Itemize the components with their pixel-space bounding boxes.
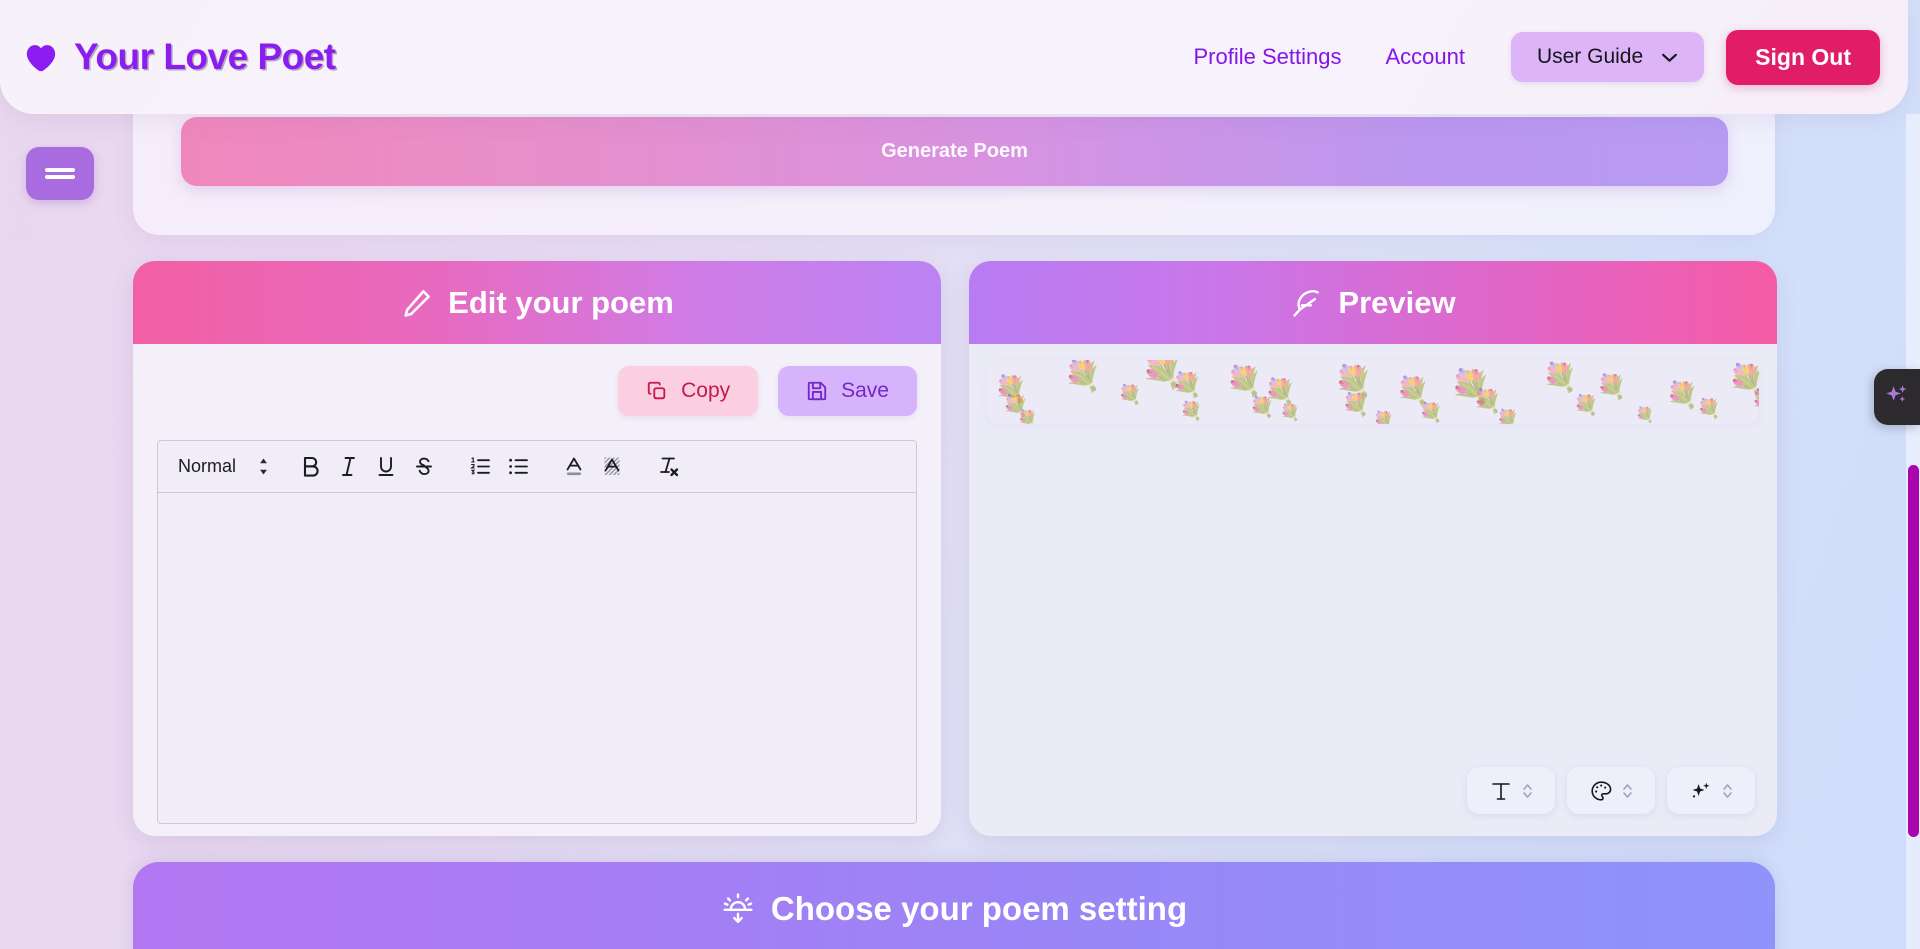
- pencil-icon: [400, 286, 434, 320]
- flower-decoration: 💐: [1596, 374, 1627, 401]
- sign-out-button[interactable]: Sign Out: [1726, 29, 1880, 85]
- brand: Your Love Poet: [24, 36, 336, 78]
- user-guide-label: User Guide: [1536, 45, 1644, 68]
- nav-link-profile-settings[interactable]: Profile Settings: [1171, 36, 1363, 78]
- flower-decoration: 💐: [1396, 376, 1430, 406]
- hamburger-bar: [45, 175, 75, 179]
- flower-decoration: 💐: [1264, 378, 1297, 406]
- app-header: Your Love Poet Profile Settings Account …: [0, 0, 1908, 114]
- sunset-icon: [721, 892, 755, 926]
- flower-decoration: 💐: [1373, 411, 1395, 424]
- flower-decoration: 💐: [1172, 372, 1203, 399]
- poem-text-input[interactable]: [158, 493, 916, 823]
- feather-icon: [1290, 286, 1324, 320]
- preview-panel: Preview 💐💐💐💐💐💐💐💐💐💐💐💐💐💐💐💐💐💐💐💐💐💐💐💐💐💐💐💐: [969, 261, 1777, 836]
- text-color-button[interactable]: [557, 450, 591, 484]
- rich-text-editor: Normal: [157, 440, 917, 824]
- ordered-list-button[interactable]: [463, 450, 497, 484]
- copy-icon: [646, 380, 668, 402]
- hamburger-bar: [45, 168, 75, 172]
- clear-formatting-button[interactable]: [651, 450, 685, 484]
- copy-button[interactable]: Copy: [618, 366, 759, 416]
- flower-decoration: 💐: [1280, 405, 1301, 422]
- flower-decoration: 💐: [1573, 395, 1599, 417]
- chevron-updown-icon: [1522, 782, 1533, 800]
- flower-decoration: 💐: [1635, 407, 1655, 424]
- underline-button[interactable]: [369, 450, 403, 484]
- preview-panel-header: Preview: [969, 261, 1777, 344]
- flower-decoration: 💐: [1751, 390, 1759, 412]
- edit-panel-title: Edit your poem: [448, 284, 674, 320]
- flower-decoration: 💐: [1666, 380, 1699, 410]
- setting-bar-title-row: Choose your poem setting: [721, 890, 1187, 928]
- editor-toolbar: Normal: [158, 441, 916, 493]
- sparkles-icon: [1690, 780, 1712, 802]
- chevron-updown-icon: [1622, 782, 1633, 800]
- block-format-select[interactable]: Normal: [178, 456, 269, 477]
- flower-decoration: 💐: [1419, 403, 1443, 424]
- edit-panel-header: Edit your poem: [133, 261, 941, 344]
- preview-panel-body: 💐💐💐💐💐💐💐💐💐💐💐💐💐💐💐💐💐💐💐💐💐💐💐💐💐💐💐💐: [969, 344, 1777, 836]
- heart-icon: [24, 41, 58, 73]
- italic-button[interactable]: [331, 450, 365, 484]
- bullet-list-button[interactable]: [501, 450, 535, 484]
- poem-setting-bar[interactable]: Choose your poem setting: [133, 862, 1775, 949]
- scrollbar-thumb[interactable]: [1908, 465, 1919, 837]
- flower-decoration: 💐: [1697, 399, 1721, 420]
- edit-poem-panel: Edit your poem Copy Save Normal: [133, 261, 941, 836]
- flower-decoration: 💐: [1017, 411, 1038, 425]
- flower-decoration: 💐: [1496, 409, 1519, 424]
- strikethrough-button[interactable]: [407, 450, 441, 484]
- chevron-down-icon: [1661, 52, 1678, 63]
- font-selector[interactable]: [1467, 767, 1555, 814]
- flower-decoration: 💐: [1118, 385, 1142, 406]
- user-guide-dropdown[interactable]: User Guide: [1510, 32, 1705, 82]
- poem-preview-surface: 💐💐💐💐💐💐💐💐💐💐💐💐💐💐💐💐💐💐💐💐💐💐💐💐💐💐💐💐: [987, 360, 1759, 424]
- header-nav: Profile Settings Account User Guide Sign…: [1171, 29, 1908, 85]
- copy-button-label: Copy: [681, 379, 731, 402]
- sparkles-icon: [1884, 382, 1910, 413]
- effects-selector[interactable]: [1667, 767, 1755, 814]
- setting-bar-title: Choose your poem setting: [770, 890, 1188, 927]
- nav-link-account[interactable]: Account: [1363, 36, 1487, 78]
- chevron-updown-icon: [1722, 782, 1733, 800]
- generate-poem-button[interactable]: Generate Poem: [181, 117, 1728, 186]
- save-button[interactable]: Save: [778, 366, 917, 416]
- preview-control-row: [1467, 767, 1755, 814]
- flower-decoration: 💐: [1064, 360, 1102, 393]
- flower-decoration: 💐: [1180, 401, 1203, 421]
- save-disk-icon: [806, 380, 828, 402]
- bold-button[interactable]: [293, 450, 327, 484]
- highlight-color-button[interactable]: [595, 450, 629, 484]
- page-title: Your Love Poet: [74, 36, 336, 77]
- editor-action-row: Copy Save: [157, 366, 917, 416]
- palette-icon: [1590, 780, 1612, 802]
- ai-assistant-tab[interactable]: [1874, 369, 1920, 425]
- typography-icon: [1490, 780, 1512, 802]
- edit-panel-body: Copy Save Normal: [133, 344, 941, 836]
- save-button-label: Save: [841, 379, 889, 402]
- block-format-value: Normal: [178, 456, 237, 476]
- flower-decoration: 💐: [1542, 362, 1578, 393]
- flower-decoration: 💐: [1342, 392, 1370, 417]
- flower-decoration: 💐: [1226, 366, 1263, 398]
- color-selector[interactable]: [1567, 767, 1655, 814]
- preview-panel-title: Preview: [1338, 284, 1456, 320]
- hamburger-icon[interactable]: [26, 147, 94, 200]
- chevron-updown-icon: [258, 458, 269, 475]
